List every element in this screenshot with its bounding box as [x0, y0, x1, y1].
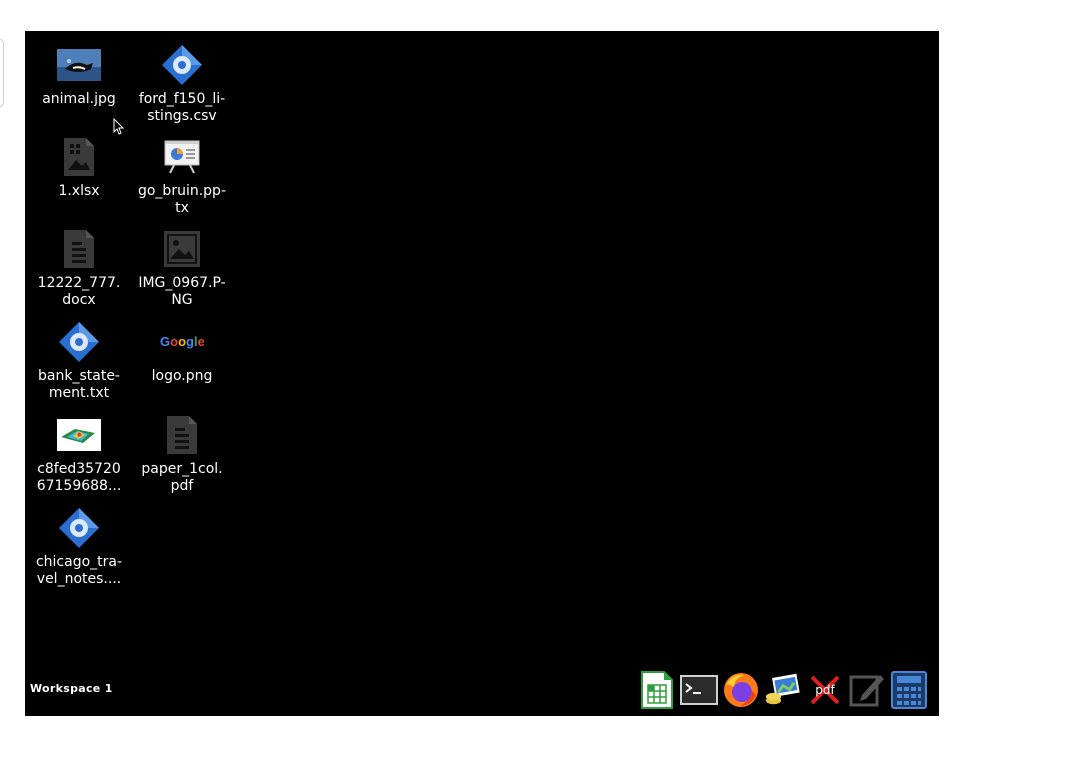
left-edge-panel — [0, 38, 4, 108]
file-label: IMG_0967.P- NG — [138, 275, 226, 308]
file-label: c8fed35720 67159688... — [36, 461, 122, 494]
presentation-file-icon — [160, 135, 204, 179]
svg-text:Google: Google — [160, 334, 204, 349]
blue-gear-file-icon — [160, 43, 204, 87]
file-label: bank_state- ment.txt — [38, 368, 120, 401]
pdf-tool-label: pdf — [815, 683, 835, 697]
pdf-tool-icon[interactable]: pdf — [806, 671, 844, 709]
file-label: animal.jpg — [42, 91, 116, 107]
desktop-file-img-0967-png[interactable]: IMG_0967.P- NG — [132, 227, 232, 309]
file-label: go_bruin.pp- tx — [137, 183, 226, 216]
desktop-file-go-bruin-pptx[interactable]: go_bruin.pp- tx — [132, 135, 232, 217]
desktop[interactable]: animal.jpg 1.xlsx 12222_777. docx bank_s… — [25, 31, 939, 716]
google-logo-thumbnail-icon: Google — [160, 320, 204, 364]
desktop-file-ford-f150-listings-csv[interactable]: ford_f150_li- stings.csv — [132, 43, 232, 125]
text-editor-icon[interactable] — [848, 671, 886, 709]
firefox-icon[interactable] — [722, 671, 760, 709]
desktop-file-12222-777-docx[interactable]: 12222_777. docx — [29, 227, 129, 309]
file-label: chicago_tra- vel_notes.... — [35, 554, 123, 587]
file-label: 12222_777. docx — [37, 275, 121, 308]
file-label: logo.png — [151, 368, 213, 384]
desktop-file-animal-jpg[interactable]: animal.jpg — [29, 43, 129, 108]
desktop-file-1-xlsx[interactable]: 1.xlsx — [29, 135, 129, 200]
desktop-file-logo-png[interactable]: Google logo.png — [132, 320, 232, 385]
document-file-icon — [57, 227, 101, 271]
desktop-file-bank-statement-txt[interactable]: bank_state- ment.txt — [29, 320, 129, 402]
file-label: 1.xlsx — [58, 183, 100, 199]
file-label: ford_f150_li- stings.csv — [138, 91, 226, 124]
image-viewer-icon[interactable] — [764, 671, 802, 709]
photo-thumbnail-icon — [57, 43, 101, 87]
calculator-icon[interactable] — [890, 671, 928, 709]
spreadsheet-file-icon — [57, 135, 101, 179]
mouse-cursor-icon — [113, 117, 125, 140]
file-label: paper_1col. pdf — [141, 461, 223, 494]
workspace-label: Workspace 1 — [30, 682, 113, 695]
surface-plot-thumbnail-icon — [57, 413, 101, 457]
terminal-icon[interactable] — [680, 671, 718, 709]
blue-gear-file-icon — [57, 506, 101, 550]
desktop-file-paper-1col-pdf[interactable]: paper_1col. pdf — [132, 413, 232, 495]
image-file-icon — [160, 227, 204, 271]
blue-gear-file-icon — [57, 320, 101, 364]
libreoffice-calc-icon[interactable] — [638, 671, 676, 709]
desktop-file-chicago-travel-notes[interactable]: chicago_tra- vel_notes.... — [29, 506, 129, 588]
taskbar: pdf — [638, 669, 928, 711]
document-file-icon — [160, 413, 204, 457]
desktop-file-c8fed-image[interactable]: c8fed35720 67159688... — [29, 413, 129, 495]
